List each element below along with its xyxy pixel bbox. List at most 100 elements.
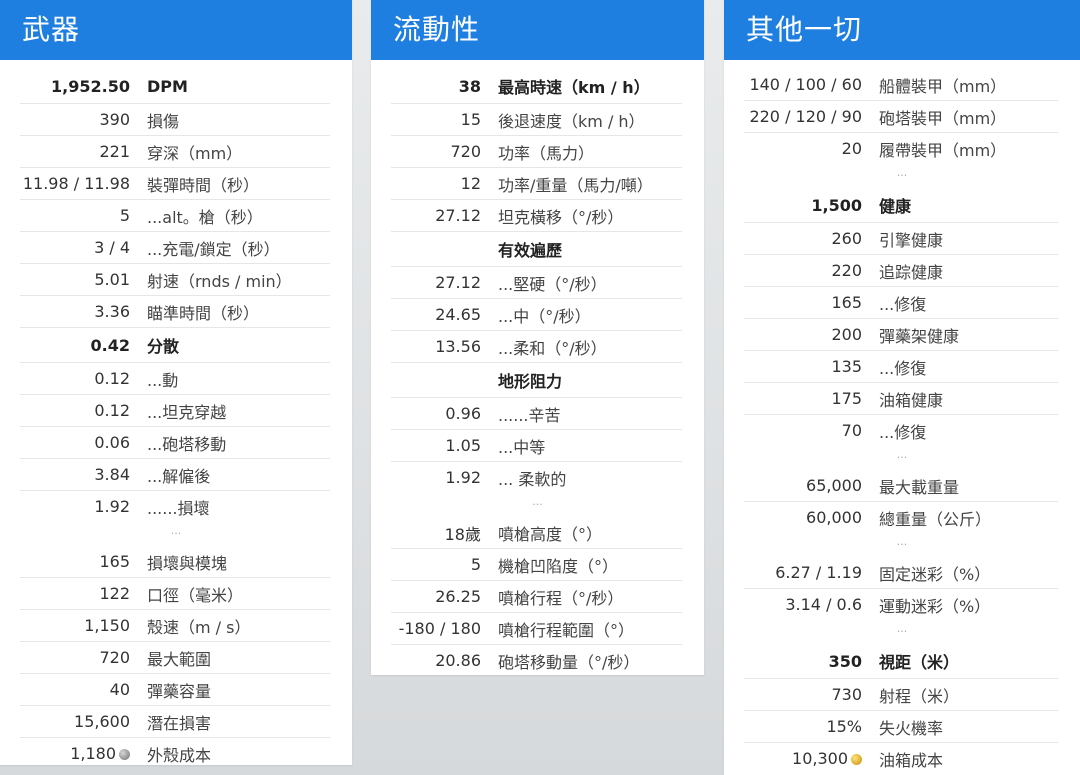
other-panel-title: 其他一切 [724,0,1080,60]
stat-value: 65,000 [744,476,862,495]
stat-label: 噴槍行程範圍（°） [498,620,635,640]
stat-row: 720 功率（馬力） [391,136,682,168]
stat-row: 0.06 ...砲塔移動 [20,427,330,459]
stat-value: 60,000 [744,508,862,527]
stat-value-text: 3 / 4 [94,238,130,257]
stat-row: 有效遍歷 [391,232,682,267]
stat-label: ......辛苦 [498,405,561,425]
stat-value: 38 [391,77,481,96]
stat-row: 1.05 ...中等 [391,430,682,462]
stat-value: 1,180 [20,744,130,763]
stat-label: 功率/重量（馬力/噸） [498,175,653,195]
stat-label: ...柔和（°/秒） [498,338,607,358]
stat-row: 13.56 ...柔和（°/秒） [391,331,682,363]
stat-label: 最大載重量 [879,477,960,497]
stat-row: 165 ...修復 [744,287,1058,319]
stat-label: 有效遍歷 [498,241,563,260]
stat-value-text: 20 [841,139,862,158]
stat-value-text: 65,000 [806,476,862,495]
stat-row: -180 / 180 噴槍行程範圍（°） [391,613,682,645]
stat-row: 5 機槍凹陷度（°） [391,549,682,581]
section-separator: ... [896,448,908,461]
stat-value: 730 [744,685,862,704]
stat-row: 38 最高時速（km / h） [391,69,682,104]
stat-value-text: 5 [470,555,481,574]
weapon-stats-list: 1,952.50 DPM 390 損傷 221 穿深（mm） 11.98 / 11.98 裝彈… [0,60,352,769]
stat-value-text: 0.06 [94,433,130,452]
stat-row: 20 履帶裝甲（mm） [744,133,1058,164]
stat-value-text: 1,500 [811,195,862,215]
section-separator: ... [896,535,908,548]
stat-label: 履帶裝甲（mm） [879,140,1007,160]
stat-value-text: 26.25 [435,587,481,606]
stat-label: 功率（馬力） [498,143,595,163]
stat-value-text: 18歲 [444,524,481,544]
stat-label: 船體裝甲（mm） [879,76,1007,96]
stat-value-text: 3.84 [94,465,130,484]
stat-value-text: 60,000 [806,508,862,527]
stat-value-text: 220 [831,261,862,280]
stat-value-text: 5 [119,206,130,225]
stat-value-text: 720 [99,648,130,667]
stat-value: 720 [391,142,481,161]
stat-value-text: 70 [841,421,862,440]
stat-label: ...修復 [879,294,927,314]
gold-coin-icon [851,754,862,765]
stat-value: 5 [391,555,481,574]
stat-value: 13.56 [391,337,481,356]
stat-row: 65,000 最大載重量 [744,470,1058,502]
stat-value-text: 13.56 [435,337,481,356]
stat-label: 口徑（毫米） [147,585,244,605]
stat-value: 135 [744,357,862,376]
weapon-panel-title: 武器 [0,0,352,60]
stat-row: 1,500 健康 [744,188,1058,223]
stat-label: ...動 [147,370,179,390]
stat-label: 運動迷彩（%） [879,596,991,616]
stat-label: 彈藥架健康 [879,326,960,346]
stat-value: 11.98 / 11.98 [20,174,130,193]
stat-label: ...解僱後 [147,466,211,486]
stat-row: 0.42 分散 [20,328,330,363]
stat-value: 122 [20,584,130,603]
stat-label: 瞄準時間（秒） [147,303,260,323]
stat-label: 坦克橫移（°/秒） [498,207,624,227]
stat-value-text: 1,180 [70,744,116,763]
stat-value-text: 1.05 [445,436,481,455]
stat-row: 15,600 潛在損害 [20,706,330,738]
mobility-panel: 流動性 38 最高時速（km / h） 15 後退速度（km / h） 720 功率（馬力… [371,0,704,675]
stat-label: ...堅硬（°/秒） [498,274,607,294]
stat-label: 總重量（公斤） [879,509,992,529]
stat-value: 15 [391,110,481,129]
stat-value: 220 [744,261,862,280]
stat-value: 1.05 [391,436,481,455]
stat-row: 地形阻力 [391,363,682,398]
stat-label: 引擎健康 [879,230,944,250]
stat-value: 3.14 / 0.6 [744,595,862,614]
stat-row: 18歲 噴槍高度（°） [391,517,682,549]
stat-label: 噴槍高度（°） [498,524,603,544]
other-stats-list: 140 / 100 / 60 船體裝甲（mm） 220 / 120 / 90 砲塔裝甲… [724,60,1080,774]
stat-row: 3.84 ...解僱後 [20,459,330,491]
stat-row: 24.65 ...中（°/秒） [391,299,682,331]
stat-value-text: 27.12 [435,206,481,225]
stat-value-text: 135 [831,357,862,376]
stat-value-text: 27.12 [435,273,481,292]
stat-label: 損壞與模塊 [147,553,228,573]
stat-value-text: 20.86 [435,651,481,670]
stat-label: 彈藥容量 [147,681,212,701]
stat-value: 5.01 [20,270,130,289]
mobility-panel-title: 流動性 [371,0,704,60]
stat-value-text: 6.27 / 1.19 [775,563,862,582]
stat-value-text: -180 / 180 [398,619,481,638]
stat-row: 20.86 砲塔移動量（°/秒） [391,645,682,676]
stat-value: 20.86 [391,651,481,670]
stat-value-text: 15% [826,717,862,736]
stat-row: 165 損壞與模塊 [20,546,330,578]
stat-value: 5 [20,206,130,225]
stat-label: ...充電/鎖定（秒） [147,239,280,259]
stat-label: DPM [147,76,188,96]
stat-value-text: 0.12 [94,401,130,420]
stat-row: 350 視距（米） [744,644,1058,679]
stat-value: 26.25 [391,587,481,606]
stat-row: 70 ...修復 [744,415,1058,446]
